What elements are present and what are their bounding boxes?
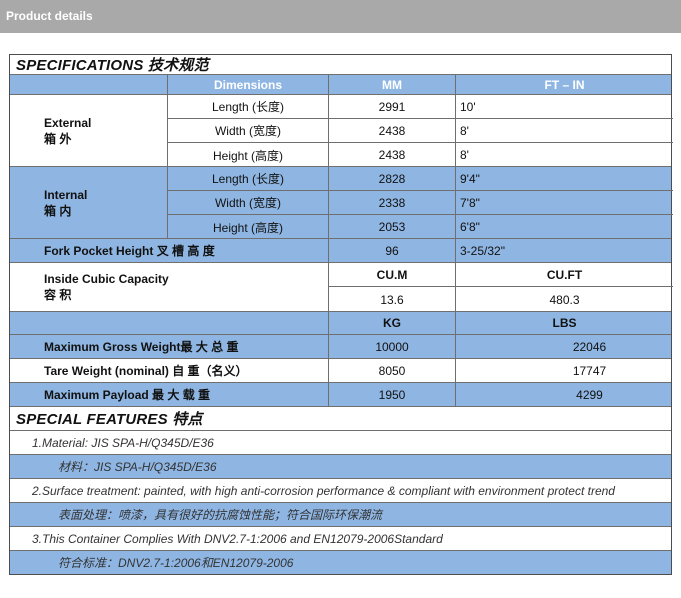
gross-weight-kg: 10000 bbox=[328, 335, 455, 358]
tare-weight-lbs: 17747 bbox=[455, 359, 673, 382]
feature-material-cn: 材料：JIS SPA-H/Q345D/E36 bbox=[58, 460, 217, 474]
column-header-row: Dimensions MM FT – IN bbox=[10, 75, 671, 95]
internal-label-cn: 箱 内 bbox=[44, 203, 72, 218]
external-height-row: Height (高度) 2438 8' bbox=[167, 143, 673, 167]
external-length-row: Length (长度) 2991 10' bbox=[167, 95, 673, 119]
external-height-ftin: 8' bbox=[455, 143, 673, 167]
weight-unit-kg: KG bbox=[328, 312, 455, 334]
feature-material-en: 1.Material: JIS SPA-H/Q345D/E36 bbox=[32, 435, 214, 450]
external-height-name: Height (高度) bbox=[167, 143, 328, 167]
fork-pocket-mm: 96 bbox=[328, 239, 455, 262]
feature-surface-cn: 表面处理：喷漆，具有很好的抗腐蚀性能；符合国际环保潮流 bbox=[58, 508, 383, 522]
fork-pocket-label: Fork Pocket Height 叉 槽 高 度 bbox=[44, 244, 215, 258]
internal-height-mm: 2053 bbox=[328, 215, 455, 239]
gross-weight-label: Maximum Gross Weight最 大 总 重 bbox=[44, 340, 239, 354]
gross-weight-lbs: 22046 bbox=[455, 335, 673, 358]
internal-height-name: Height (高度) bbox=[167, 215, 328, 239]
col-ftin: FT – IN bbox=[455, 75, 673, 94]
page-header: Product details bbox=[0, 0, 681, 33]
cubic-units-row: CU.M CU.FT bbox=[328, 263, 673, 287]
cubic-values-row: 13.6 480.3 bbox=[328, 287, 673, 312]
external-label: External 箱 外 bbox=[10, 95, 167, 166]
feature-surface-en: 2.Surface treatment: painted, with high … bbox=[32, 483, 615, 498]
fork-pocket-ftin: 3-25/32" bbox=[455, 239, 673, 262]
external-length-ftin: 10' bbox=[455, 95, 673, 118]
internal-height-ftin: 6'8" bbox=[455, 215, 673, 239]
internal-width-ftin: 7'8" bbox=[455, 191, 673, 214]
external-height-mm: 2438 bbox=[328, 143, 455, 167]
payload-lbs: 4299 bbox=[455, 383, 673, 406]
payload-kg: 1950 bbox=[328, 383, 455, 406]
internal-length-ftin: 9'4" bbox=[455, 167, 673, 190]
feature-item-1: 1.Material: JIS SPA-H/Q345D/E36 bbox=[10, 431, 671, 455]
cubic-capacity-label-en: Inside Cubic Capacity bbox=[44, 272, 169, 286]
specifications-title: SPECIFICATIONS 技术规范 bbox=[16, 57, 209, 74]
weight-units-row: KG LBS bbox=[10, 312, 671, 335]
weight-unit-lbs: LBS bbox=[455, 312, 673, 334]
feature-standard-en: 3.This Container Complies With DNV2.7-1:… bbox=[32, 531, 443, 546]
internal-width-name: Width (宽度) bbox=[167, 191, 328, 214]
specifications-table: SPECIFICATIONS 技术规范 Dimensions MM FT – I… bbox=[9, 54, 673, 575]
internal-width-row: Width (宽度) 2338 7'8" bbox=[167, 191, 673, 215]
gross-weight-row: Maximum Gross Weight最 大 总 重 10000 22046 bbox=[10, 335, 671, 359]
tare-weight-label: Tare Weight (nominal) 自 重（名义） bbox=[44, 364, 248, 378]
internal-group: Internal 箱 内 Length (长度) 2828 9'4" Width… bbox=[10, 167, 673, 239]
internal-label: Internal 箱 内 bbox=[10, 167, 167, 238]
internal-width-mm: 2338 bbox=[328, 191, 455, 214]
fork-pocket-row: Fork Pocket Height 叉 槽 高 度 96 3-25/32" bbox=[10, 239, 671, 263]
external-length-mm: 2991 bbox=[328, 95, 455, 118]
external-group: External 箱 外 Length (长度) 2991 10' Width … bbox=[10, 95, 673, 167]
cubic-capacity-group: Inside Cubic Capacity 容 积 CU.M CU.FT 13.… bbox=[10, 263, 673, 312]
specifications-title-row: SPECIFICATIONS 技术规范 bbox=[10, 55, 671, 75]
internal-label-en: Internal bbox=[44, 187, 88, 202]
payload-row: Maximum Payload 最 大 载 重 1950 4299 bbox=[10, 383, 671, 407]
feature-item-5: 3.This Container Complies With DNV2.7-1:… bbox=[10, 527, 671, 551]
internal-length-mm: 2828 bbox=[328, 167, 455, 190]
feature-item-3: 2.Surface treatment: painted, with high … bbox=[10, 479, 671, 503]
features-title-row: SPECIAL FEATURES 特点 bbox=[10, 407, 671, 431]
external-width-row: Width (宽度) 2438 8' bbox=[167, 119, 673, 143]
feature-item-2: 材料：JIS SPA-H/Q345D/E36 bbox=[10, 455, 671, 479]
external-width-mm: 2438 bbox=[328, 119, 455, 142]
external-width-ftin: 8' bbox=[455, 119, 673, 142]
col-mm: MM bbox=[328, 75, 455, 94]
features-title: SPECIAL FEATURES 特点 bbox=[16, 411, 203, 428]
payload-label: Maximum Payload 最 大 载 重 bbox=[44, 388, 211, 402]
internal-height-row: Height (高度) 2053 6'8" bbox=[167, 215, 673, 239]
external-label-en: External bbox=[44, 115, 92, 130]
tare-weight-row: Tare Weight (nominal) 自 重（名义） 8050 17747 bbox=[10, 359, 671, 383]
feature-item-6: 符合标准：DNV2.7-1:2006和EN12079-2006 bbox=[10, 551, 671, 574]
external-label-cn: 箱 外 bbox=[44, 131, 72, 146]
page-header-title: Product details bbox=[6, 9, 93, 23]
feature-item-4: 表面处理：喷漆，具有很好的抗腐蚀性能；符合国际环保潮流 bbox=[10, 503, 671, 527]
col-dimensions: Dimensions bbox=[167, 75, 328, 94]
tare-weight-kg: 8050 bbox=[328, 359, 455, 382]
cubic-unit-m: CU.M bbox=[328, 263, 455, 286]
cubic-unit-ft: CU.FT bbox=[455, 263, 673, 286]
feature-standard-cn: 符合标准：DNV2.7-1:2006和EN12079-2006 bbox=[58, 556, 294, 570]
internal-length-name: Length (长度) bbox=[167, 167, 328, 190]
cubic-value-m: 13.6 bbox=[328, 287, 455, 312]
external-width-name: Width (宽度) bbox=[167, 119, 328, 142]
cubic-value-ft: 480.3 bbox=[455, 287, 673, 312]
cubic-capacity-label-cn: 容 积 bbox=[44, 288, 72, 302]
external-length-name: Length (长度) bbox=[167, 95, 328, 118]
internal-length-row: Length (长度) 2828 9'4" bbox=[167, 167, 673, 191]
cubic-capacity-label: Inside Cubic Capacity 容 积 bbox=[10, 263, 328, 311]
